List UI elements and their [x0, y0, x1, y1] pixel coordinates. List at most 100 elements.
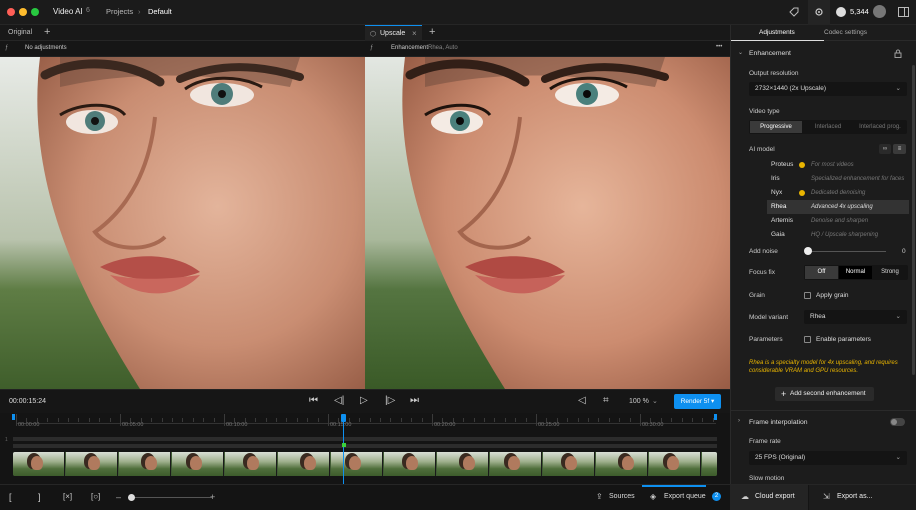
chevron-down-icon[interactable]: ⌄ — [652, 397, 658, 405]
frame-interpolation-header[interactable]: Frame interpolation — [749, 419, 808, 426]
panel-toggle-icon[interactable] — [898, 7, 909, 17]
tab-codec-settings[interactable]: Codec settings — [824, 25, 916, 41]
enhancement-header[interactable]: Enhancement — [749, 50, 791, 57]
model-row-artemis[interactable]: Artemis Denoise and sharpen — [767, 214, 909, 228]
close-window-button[interactable] — [7, 8, 15, 16]
add-second-enhancement-button[interactable]: + Add second enhancement — [775, 387, 874, 401]
filmstrip-frame — [278, 452, 330, 476]
focus-fix-strong[interactable]: Strong — [873, 266, 907, 279]
original-viewport[interactable] — [0, 57, 365, 389]
cloud-export-button[interactable]: ☁ Cloud export — [730, 485, 808, 510]
upload-icon[interactable]: ⇪ — [596, 492, 603, 501]
enable-parameters-checkbox[interactable] — [804, 336, 811, 343]
focus-fix-normal[interactable]: Normal — [839, 266, 872, 279]
minimize-window-button[interactable] — [19, 8, 27, 16]
ruler-tick — [463, 418, 465, 422]
timeline-zoom-slider[interactable] — [128, 497, 212, 498]
playhead-line — [343, 414, 344, 484]
panel-scrollbar[interactable] — [912, 65, 915, 375]
focus-fix-off[interactable]: Off — [805, 266, 838, 279]
tab-adjustments[interactable]: Adjustments — [731, 25, 824, 41]
ruler-tick — [421, 418, 423, 422]
timecode: 00:00:15:24 — [9, 398, 46, 405]
layers-icon[interactable]: ◈ — [650, 492, 656, 501]
step-back-icon[interactable]: ◁| — [334, 395, 344, 406]
export-as-button[interactable]: ⇲ Export as... — [809, 485, 916, 510]
close-tab-icon[interactable]: × — [412, 29, 417, 38]
frame-rate-value: 25 FPS (Original) — [755, 454, 806, 461]
step-forward-icon[interactable]: |▷ — [385, 395, 395, 406]
export-queue-button[interactable]: Export queue — [664, 493, 706, 500]
tab-upscale[interactable]: ⬡ Upscale × — [365, 25, 422, 41]
enable-parameters-label: Enable parameters — [816, 336, 871, 343]
video-type-progressive[interactable]: Progressive — [750, 121, 802, 133]
frame-interpolation-toggle[interactable] — [890, 418, 905, 426]
frame-subject — [667, 456, 679, 470]
tag-icon[interactable] — [789, 7, 799, 17]
model-row-rhea[interactable]: Rhea Advanced 4x upscaling — [767, 200, 909, 214]
settings-button[interactable] — [808, 0, 830, 25]
add-tab-left-button[interactable]: + — [38, 25, 56, 41]
filmstrip[interactable] — [13, 452, 717, 476]
out-marker[interactable] — [714, 414, 717, 420]
maximize-window-button[interactable] — [31, 8, 39, 16]
mark-in-icon[interactable]: [ — [9, 492, 12, 502]
model-row-nyx[interactable]: Nyx Dedicated denoising — [767, 186, 909, 200]
model-row-iris[interactable]: Iris Specialized enhancement for faces — [767, 172, 909, 186]
filmstrip-frame — [119, 452, 171, 476]
filmstrip-frame — [543, 452, 595, 476]
frame-subject — [622, 456, 634, 470]
filmstrip-frame — [596, 452, 648, 476]
model-row-proteus[interactable]: Proteus For most videos — [767, 158, 909, 172]
output-resolution-select[interactable]: 2732×1440 (2x Upscale) ⌄ — [749, 82, 907, 96]
audio-icon[interactable]: ◁ — [578, 395, 586, 406]
left-toolbar: ƒ No adjustments — [0, 41, 365, 57]
add-noise-thumb[interactable] — [804, 247, 812, 255]
ruler-tick — [598, 418, 600, 422]
apply-grain-checkbox[interactable] — [804, 292, 811, 299]
magic-wand-icon[interactable]: ƒ — [5, 45, 8, 51]
zoom-slider-thumb[interactable] — [128, 494, 135, 501]
ruler-tick — [494, 418, 496, 422]
skip-start-icon[interactable]: ⏮ — [309, 395, 318, 406]
play-icon[interactable]: ▷ — [360, 395, 368, 406]
model-row-gaia[interactable]: Gaia HQ / Upscale sharpening — [767, 228, 909, 241]
ruler-tick — [172, 418, 173, 422]
video-type-interlaced-prog[interactable]: Interlaced prog. — [854, 121, 906, 133]
render-button[interactable]: Render 5f ▾ — [674, 394, 721, 409]
list-view-icon[interactable]: ≡ — [893, 144, 906, 154]
video-type-interlaced[interactable]: Interlaced — [802, 121, 854, 133]
breadcrumb-current[interactable]: Default — [148, 7, 172, 16]
in-marker[interactable] — [12, 414, 15, 420]
frame-rate-select[interactable]: 25 FPS (Original) ⌄ — [749, 451, 907, 465]
export-icon: ⇲ — [823, 492, 830, 501]
chevron-right-icon[interactable]: › — [738, 418, 740, 424]
frame-marks-icon[interactable]: [○] — [91, 492, 100, 501]
model-note: Rhea is a specialty model for 4x upscali… — [749, 360, 898, 374]
skip-end-icon[interactable]: ⏭ — [410, 395, 419, 406]
magic-wand-icon[interactable]: ƒ — [370, 45, 373, 51]
grid-view-icon[interactable]: ∞ — [879, 144, 891, 154]
ruler-tick — [588, 418, 589, 422]
crop-icon[interactable]: ⌗ — [603, 395, 609, 406]
tab-original[interactable]: Original — [2, 25, 38, 41]
more-options-icon[interactable]: ••• — [716, 44, 722, 50]
upscale-viewport[interactable] — [365, 57, 730, 389]
breadcrumb-projects[interactable]: Projects — [106, 7, 133, 16]
avatar[interactable] — [873, 5, 886, 18]
zoom-in-icon[interactable]: + — [210, 492, 215, 502]
chevron-down-icon[interactable]: ⌄ — [738, 49, 743, 56]
tab-codec-label: Codec settings — [824, 29, 867, 36]
zoom-out-icon[interactable]: – — [116, 492, 121, 502]
zoom-level[interactable]: 100 % — [629, 398, 649, 405]
sources-button[interactable]: Sources — [609, 493, 635, 500]
lock-icon[interactable] — [894, 49, 902, 58]
add-noise-slider[interactable] — [808, 251, 886, 252]
model-variant-select[interactable]: Rhea ⌄ — [804, 310, 907, 324]
ruler-tick — [57, 418, 59, 422]
add-tab-right-button[interactable]: + — [423, 25, 441, 41]
mark-out-icon[interactable]: ] — [38, 492, 41, 502]
frame-subject — [565, 456, 577, 470]
ruler-tick — [369, 418, 371, 422]
clear-marks-icon[interactable]: [×] — [63, 492, 72, 501]
